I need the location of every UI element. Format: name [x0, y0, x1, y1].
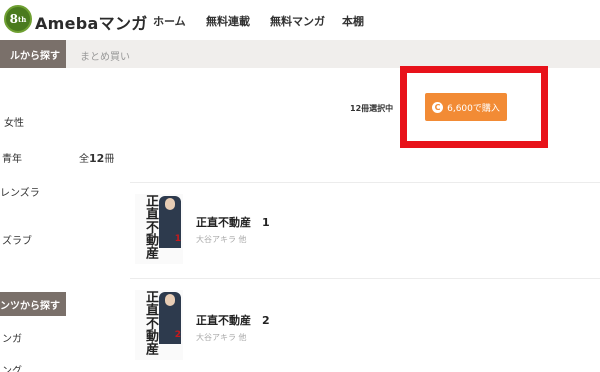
- total-prefix: 全: [79, 154, 89, 165]
- cover-volume-number: 2: [174, 330, 181, 340]
- badge-number: 8: [9, 12, 19, 26]
- book-cover-2[interactable]: 正直不動産 2: [135, 290, 183, 360]
- total-volume-count: 全12冊: [79, 150, 114, 165]
- sidebar-item-seinen[interactable]: 青年: [2, 150, 22, 165]
- sidebar-item-manga-2[interactable]: ング: [2, 362, 22, 372]
- badge-suffix: th: [18, 14, 27, 24]
- list-divider: [130, 182, 600, 183]
- purchase-button[interactable]: C 6,600で購入: [425, 93, 507, 121]
- cover-face-illustration: [165, 198, 175, 210]
- anniversary-badge-icon[interactable]: 8th: [4, 5, 32, 33]
- book-title-1[interactable]: 正直不動産 1: [196, 214, 270, 230]
- book-author-2: 大谷アキラ 他: [196, 333, 247, 342]
- total-suffix: 冊: [104, 154, 115, 165]
- nav-free-manga[interactable]: 無料マンガ: [270, 13, 325, 29]
- search-by-genre-tab[interactable]: ルから探す: [0, 40, 66, 68]
- purchase-button-label: 6,600で購入: [447, 103, 500, 114]
- cover-title-text: 正直不動産: [143, 290, 158, 355]
- nav-bookshelf[interactable]: 本棚: [342, 13, 364, 29]
- site-logo[interactable]: Amebaマンガ: [35, 10, 148, 34]
- book-title-2[interactable]: 正直不動産 2: [196, 312, 270, 328]
- sidebar-item-female[interactable]: 女性: [4, 114, 24, 129]
- sidebar-item-girls-love[interactable]: ズラブ: [2, 232, 32, 247]
- sidebar-item-manga[interactable]: ンガ: [2, 330, 22, 345]
- cover-title-text: 正直不動産: [143, 194, 158, 259]
- bulk-buy-breadcrumb: まとめ買い: [80, 52, 130, 63]
- list-divider: [130, 278, 600, 279]
- cover-face-illustration: [165, 294, 175, 306]
- sub-navigation-bar: ルから探す まとめ買い: [0, 40, 600, 68]
- nav-free-serial[interactable]: 無料連載: [206, 13, 250, 29]
- coin-icon: C: [432, 101, 444, 113]
- selected-count-text: 12冊選択中: [350, 104, 394, 113]
- search-by-content-tab[interactable]: テンツから探す: [0, 292, 66, 316]
- total-count: 12: [89, 152, 105, 165]
- book-cover-1[interactable]: 正直不動産 1: [135, 194, 183, 264]
- cover-volume-number: 1: [174, 234, 181, 244]
- site-header: 8th Amebaマンガ ホーム 無料連載 無料マンガ 本棚: [0, 0, 600, 40]
- sidebar-item-boys-love[interactable]: レンズラ: [0, 184, 40, 199]
- book-author-1: 大谷アキラ 他: [196, 235, 247, 244]
- nav-home[interactable]: ホーム: [153, 13, 186, 29]
